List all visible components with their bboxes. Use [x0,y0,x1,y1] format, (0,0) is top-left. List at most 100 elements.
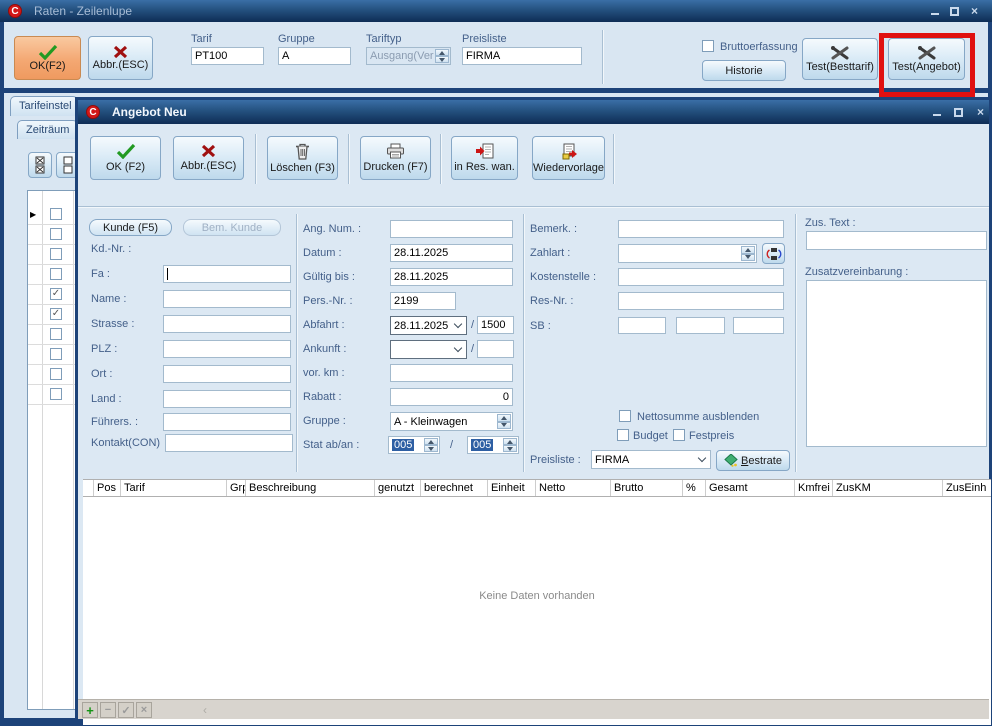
gruppe-input[interactable]: A [278,47,351,65]
add-row-button[interactable]: + [82,702,98,718]
row-checkbox[interactable]: ✓ [50,308,62,320]
stat-ab-stepper[interactable]: 005 [388,436,440,454]
ankunft-time-input[interactable] [477,340,514,358]
column-header[interactable]: genutzt [375,480,421,496]
name-input[interactable] [163,290,291,308]
column-header[interactable]: Grp [227,480,246,496]
row-checkbox[interactable] [50,368,62,380]
ok-button[interactable]: OK(F2) [14,36,81,80]
dialog-maximize-button[interactable] [950,105,967,119]
zustext-input[interactable] [806,231,987,250]
budget-checkbox[interactable] [617,429,629,441]
column-header-selector[interactable] [83,480,94,496]
datum-input[interactable]: 28.11.2025 [390,244,513,262]
row-checkbox[interactable] [50,348,62,360]
dialog-cancel-button[interactable]: Abbr.(ESC) [173,136,244,180]
abfahrt-time-input[interactable]: 1500 [477,316,514,334]
dialog-minimize-button[interactable] [928,105,945,119]
sb-input-3[interactable] [733,317,784,334]
bruttoerfassung-checkbox[interactable] [702,40,714,52]
rabatt-input[interactable]: 0 [390,388,513,406]
remove-row-button[interactable]: − [100,702,116,718]
form-separator [523,214,525,472]
close-button[interactable]: × [966,4,983,18]
row-checkbox[interactable] [50,388,62,400]
festpreis-checkbox[interactable] [673,429,685,441]
cancel-button[interactable]: Abbr.(ESC) [88,36,153,80]
minimize-button[interactable] [926,4,943,18]
test-besttarif-button[interactable]: Test(Besttarif) [802,38,878,80]
fa-input[interactable] [163,265,291,283]
land-input[interactable] [163,390,291,408]
column-header[interactable]: Einheit [488,480,536,496]
column-header[interactable]: Brutto [611,480,683,496]
row-checkbox[interactable]: ✓ [50,288,62,300]
column-header[interactable]: Pos [94,480,121,496]
sb-input-1[interactable] [618,317,666,334]
abfahrt-date-select[interactable]: 28.11.2025 [390,316,467,335]
bestrate-button[interactable]: Bestrate [716,450,790,471]
column-header[interactable]: Beschreibung [246,480,375,496]
row-checkbox[interactable] [50,228,62,240]
strasse-input[interactable] [163,315,291,333]
row-checkbox[interactable] [50,328,62,340]
preisliste-input[interactable]: FIRMA [462,47,582,65]
gruppe-spinner[interactable] [497,414,511,429]
plz-input[interactable] [163,340,291,358]
resnr-input[interactable] [618,292,784,310]
gueltig-input[interactable]: 28.11.2025 [390,268,513,286]
angnum-input[interactable] [390,220,513,238]
stat-ab-spinner[interactable] [424,438,438,452]
delete-button[interactable]: Löschen (F3) [267,136,338,180]
nettosumme-checkbox[interactable] [619,410,631,422]
column-header[interactable]: Tarif [121,480,227,496]
dialog-close-button[interactable]: × [972,105,989,119]
apply-row-button[interactable]: ✓ [118,702,134,718]
bemerk-input[interactable] [618,220,784,238]
maximize-button[interactable] [946,4,963,18]
bem-kunde-button[interactable]: Bem. Kunde [183,219,281,236]
row-checkbox[interactable] [50,268,62,280]
zahlart-swap-button[interactable] [762,243,785,264]
scrollbar-left-arrow[interactable]: ‹ [203,703,207,717]
tab-zeitraeume[interactable]: Zeiträum [17,120,78,139]
dialog-ok-button[interactable]: OK (F2) [90,136,161,180]
column-header[interactable]: Kmfrei [795,480,833,496]
ort-input[interactable] [163,365,291,383]
stat-an-stepper[interactable]: 005 [467,436,519,454]
column-header[interactable]: ZusKM [833,480,943,496]
print-button[interactable]: Drucken (F7) [360,136,431,180]
persnr-input[interactable]: 2199 [390,292,456,310]
zahlart-select[interactable] [618,244,757,263]
column-header[interactable]: Gesamt [706,480,795,496]
sb-input-2[interactable] [676,317,725,334]
fuehrerschein-input[interactable] [163,413,291,431]
column-header[interactable]: % [683,480,706,496]
kostenstelle-input[interactable] [618,268,784,286]
dialog-preisliste-select[interactable]: FIRMA [591,450,711,469]
zusatzvereinbarung-textarea[interactable] [806,280,987,447]
tariftyp-select[interactable]: Ausgang(Ver [366,47,451,65]
tarif-input[interactable]: PT100 [191,47,264,65]
column-header[interactable]: Netto [536,480,611,496]
row-checkbox[interactable] [50,248,62,260]
column-header[interactable]: berechnet [421,480,488,496]
kunde-button[interactable]: Kunde (F5) [89,219,172,236]
zahlart-spinner[interactable] [741,246,755,261]
column-header[interactable]: ZusEinh [943,480,991,496]
select-all-rows-button[interactable] [28,152,52,178]
fahrzeuggruppe-select[interactable]: A - Kleinwagen [390,412,513,431]
to-reservation-button[interactable]: in Res. wan. [451,136,518,180]
stat-an-spinner[interactable] [503,438,517,452]
kontakt-input[interactable] [165,434,293,452]
ankunft-date-select[interactable] [390,340,467,359]
row-checkbox[interactable] [50,208,62,220]
tab-tarifeinstellungen[interactable]: Tarifeinstel [10,96,78,116]
gueltig-label: Gültig bis : [303,271,355,283]
vorkm-input[interactable] [390,364,513,382]
tariftyp-spinner[interactable] [435,49,449,63]
maximize-icon [950,7,959,16]
discard-row-button[interactable]: × [136,702,152,718]
historie-button[interactable]: Historie [702,60,786,81]
wiedervorlage-button[interactable]: Wiedervorlage [532,136,605,180]
